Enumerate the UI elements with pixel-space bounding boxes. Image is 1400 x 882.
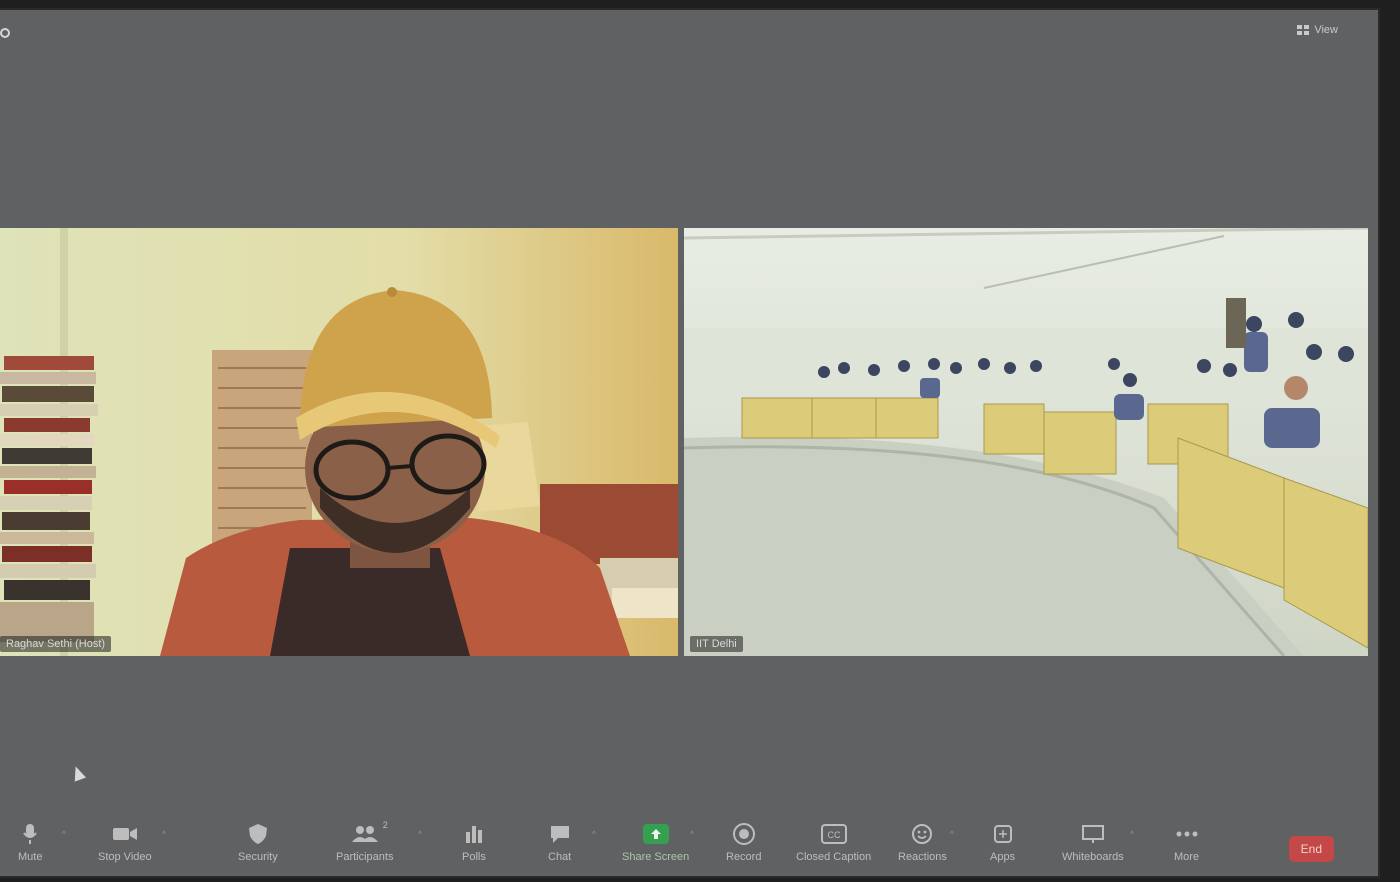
polls-icon — [465, 826, 482, 843]
more-button[interactable]: More — [1174, 822, 1199, 863]
apps-icon — [993, 825, 1012, 843]
chat-label: Chat — [548, 851, 572, 863]
whiteboard-icon — [1081, 825, 1104, 843]
meeting-controls-toolbar: Mute ^ Stop Video ^ Security 2 Participa… — [0, 816, 1378, 882]
stop-video-label: Stop Video — [98, 851, 152, 863]
closed-caption-icon: CC — [820, 824, 847, 844]
participants-button[interactable]: 2 Participants — [336, 820, 394, 863]
chat-bubble-icon — [550, 826, 569, 843]
zoom-meeting-window: View Raghav Sethi (Host) IIT Delhi Mute … — [0, 10, 1378, 876]
record-button[interactable]: Record — [726, 822, 761, 863]
participants-icon — [351, 826, 378, 842]
video-options-caret[interactable]: ^ — [162, 830, 166, 839]
more-label: More — [1174, 851, 1200, 863]
host-video-feed — [0, 228, 678, 656]
participant-name-tag: IIT Delhi — [690, 636, 743, 652]
closed-caption-button[interactable]: CC Closed Caption — [796, 822, 871, 863]
smiley-icon — [912, 824, 933, 844]
view-label: View — [1314, 24, 1338, 36]
stop-video-button[interactable]: Stop Video — [98, 822, 152, 863]
classroom-video-feed — [684, 228, 1368, 656]
svg-text:CC: CC — [827, 830, 840, 840]
apps-label: Apps — [990, 851, 1016, 863]
participants-label: Participants — [336, 851, 394, 863]
mouse-cursor-icon — [69, 764, 87, 782]
chat-button[interactable]: Chat — [548, 822, 571, 863]
reactions-options-caret[interactable]: ^ — [950, 830, 954, 839]
security-label: Security — [238, 851, 278, 863]
share-options-caret[interactable]: ^ — [690, 830, 694, 839]
audio-options-caret[interactable]: ^ — [62, 830, 66, 839]
closed-caption-label: Closed Caption — [796, 851, 872, 863]
chat-options-caret[interactable]: ^ — [592, 830, 596, 839]
whiteboard-options-caret[interactable]: ^ — [1130, 830, 1134, 839]
video-camera-icon — [112, 828, 137, 840]
reactions-button[interactable]: Reactions — [898, 822, 947, 863]
participants-count: 2 — [382, 820, 388, 830]
whiteboards-button[interactable]: Whiteboards — [1062, 822, 1124, 863]
ellipsis-icon — [1176, 831, 1198, 837]
share-screen-button[interactable]: Share Screen — [622, 822, 689, 863]
participant-name-tag: Raghav Sethi (Host) — [0, 636, 112, 652]
share-screen-label: Share Screen — [622, 851, 690, 863]
share-arrow-icon — [650, 829, 661, 839]
whiteboards-label: Whiteboards — [1062, 851, 1124, 863]
apps-button[interactable]: Apps — [990, 822, 1015, 863]
reactions-label: Reactions — [898, 851, 947, 863]
security-button[interactable]: Security — [238, 822, 278, 863]
microphone-icon — [23, 824, 38, 844]
record-label: Record — [726, 851, 762, 863]
record-icon — [732, 823, 755, 845]
mute-label: Mute — [18, 851, 43, 863]
grid-view-icon — [1297, 25, 1310, 35]
mute-button[interactable]: Mute — [18, 822, 42, 863]
shield-icon — [248, 824, 267, 844]
meeting-info-icon[interactable] — [0, 28, 10, 38]
view-button[interactable]: View — [1297, 22, 1338, 38]
participants-options-caret[interactable]: ^ — [418, 830, 422, 839]
video-tile-host[interactable]: Raghav Sethi (Host) — [0, 228, 678, 656]
video-tile-classroom[interactable]: IIT Delhi — [684, 228, 1368, 656]
polls-button[interactable]: Polls — [462, 822, 486, 863]
end-meeting-button[interactable]: End — [1288, 836, 1334, 862]
polls-label: Polls — [462, 851, 486, 863]
